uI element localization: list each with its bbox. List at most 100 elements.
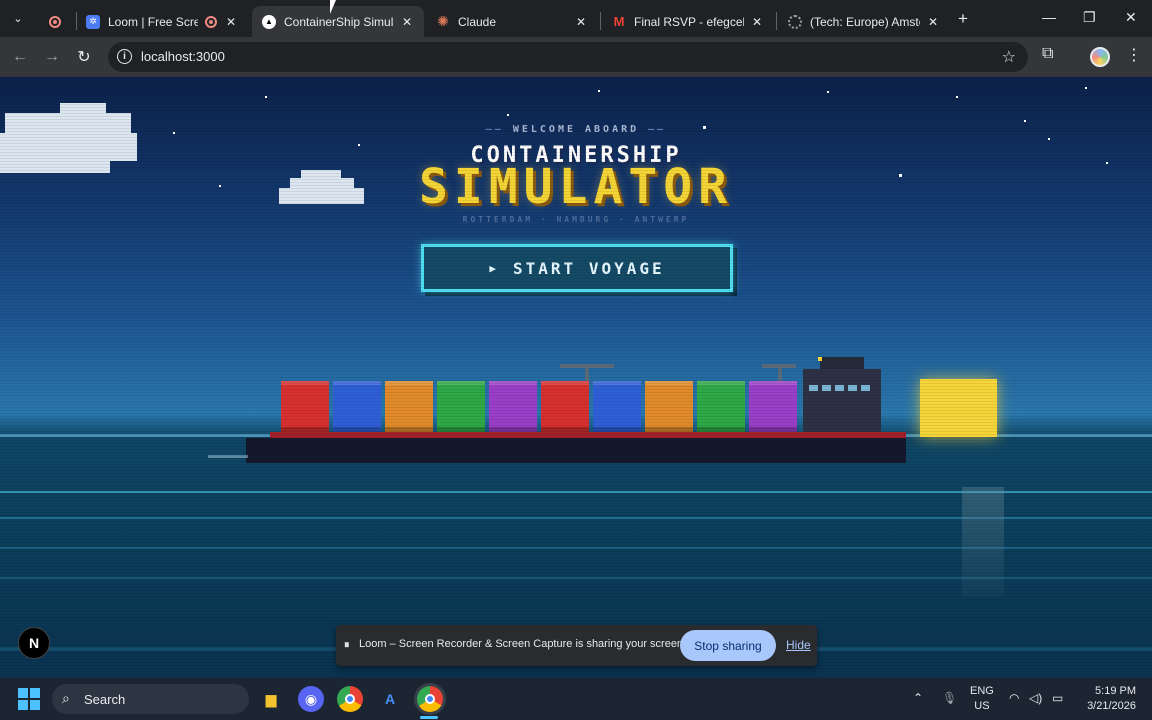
tab-title: Final RSVP - efegcek@ [634, 14, 744, 29]
address-bar[interactable]: i localhost:3000 ☆ [108, 42, 1028, 72]
volume-icon[interactable]: ◁) [1029, 691, 1042, 705]
hide-link[interactable]: Hide [786, 638, 811, 652]
forward-icon[interactable]: → [42, 47, 62, 67]
shipping-container [645, 381, 693, 433]
mast-light [818, 357, 822, 361]
windows-start-icon[interactable] [18, 688, 40, 710]
bridge-window [861, 385, 870, 391]
reload-icon[interactable]: ↻ [74, 47, 94, 67]
loading-icon [788, 14, 802, 29]
close-window-icon[interactable]: ✕ [1125, 9, 1137, 26]
tab-search-button[interactable]: ⌄ [8, 8, 28, 28]
shipping-container [281, 381, 329, 433]
play-icon: ▶ [489, 261, 500, 275]
browser-toolbar: ← → ↻ i localhost:3000 ☆ ⧉ ⋮ [0, 37, 1152, 77]
clock-date: 3/21/2026 [1087, 700, 1136, 712]
welcome-label: —— WELCOME ABOARD —— [485, 124, 667, 135]
search-icon: ⌕ [62, 690, 70, 706]
code-editor-icon[interactable]: A [377, 686, 403, 712]
tab-gmail[interactable]: M Final RSVP - efegcek@ ✕ [602, 6, 774, 37]
taskbar-search[interactable]: ⌕ Search [52, 684, 249, 714]
discord-icon[interactable]: ◉ [298, 686, 324, 712]
star [827, 91, 829, 93]
tab-loom-record[interactable] [38, 6, 74, 37]
profile-avatar[interactable] [1090, 47, 1110, 67]
tab-title: ContainerShip Simulato [284, 14, 394, 29]
language-indicator[interactable]: ENG US [970, 684, 994, 714]
tab-claude[interactable]: ✺ Claude ✕ [426, 6, 598, 37]
star [1024, 120, 1026, 122]
tab-title: (Tech: Europe) Amsterd [810, 14, 920, 29]
start-voyage-label: START VOYAGE [513, 258, 665, 278]
menu-icon[interactable]: ⋮ [1126, 45, 1142, 65]
shipping-container [749, 381, 797, 433]
shipping-container [437, 381, 485, 433]
mouse-cursor [330, 0, 342, 14]
stop-sharing-button[interactable]: Stop sharing [680, 630, 776, 661]
wifi-icon[interactable]: ◠ [1009, 691, 1019, 705]
bookmark-star-icon[interactable]: ☆ [1002, 47, 1016, 67]
extensions-icon[interactable]: ⧉ [1042, 45, 1053, 63]
ports-subtitle: ROTTERDAM · HAMBURG · ANTWERP [462, 215, 690, 224]
wake [208, 455, 248, 458]
chrome-icon[interactable] [337, 686, 363, 712]
tab-separator [600, 12, 601, 30]
page-title: SIMULATOR [418, 159, 734, 215]
start-voyage-button[interactable]: ▶ START VOYAGE [421, 244, 733, 292]
recording-indicator-icon [204, 15, 218, 29]
shipping-container [489, 381, 537, 433]
microphone-icon[interactable]: 🎙 [942, 691, 957, 705]
page-viewport: —— WELCOME ABOARD —— CONTAINERSHIP SIMUL… [0, 77, 1152, 678]
taskbar: ⌕ Search ▆ ◉ A ⌃ 🎙 ENG US ◠ ◁) ▭ 5:19 PM… [0, 678, 1152, 720]
chevron-up-icon[interactable]: ⌃ [913, 691, 923, 705]
star [265, 96, 267, 98]
close-tab-icon[interactable]: ✕ [224, 15, 238, 29]
url-text[interactable]: localhost:3000 [141, 49, 225, 64]
new-tab-icon[interactable]: + [958, 9, 968, 29]
loom-icon: ✲ [86, 14, 100, 29]
tab-strip: ⌄ ✲ Loom | Free Screen ✕ ▲ ContainerShip… [0, 0, 1152, 37]
tab-title: Loom | Free Screen [108, 14, 198, 29]
lang-code: ENG [970, 685, 994, 697]
bridge-window [809, 385, 818, 391]
sun-reflection [962, 487, 1004, 597]
star [598, 90, 600, 92]
tab-loom[interactable]: ✲ Loom | Free Screen ✕ [76, 6, 248, 37]
system-clock[interactable]: 5:19 PM 3/21/2026 [1080, 684, 1136, 714]
shipping-container [697, 381, 745, 433]
close-tab-icon[interactable]: ✕ [750, 15, 764, 29]
claude-icon: ✺ [437, 13, 449, 29]
site-info-icon[interactable]: i [117, 49, 132, 64]
star [1085, 87, 1087, 89]
ship-bridge [803, 369, 881, 434]
pixel-sun [920, 379, 997, 437]
restore-icon[interactable]: ❐ [1083, 9, 1096, 26]
tab-tech-europe[interactable]: (Tech: Europe) Amsterd ✕ [778, 6, 950, 37]
back-icon[interactable]: ← [10, 47, 30, 67]
close-tab-icon[interactable]: ✕ [926, 15, 940, 29]
chrome-active-icon[interactable] [417, 686, 443, 712]
pause-icon: ⏸ [344, 639, 350, 651]
shipping-container [593, 381, 641, 433]
nextjs-dev-badge[interactable]: N [18, 627, 50, 659]
bridge-window [822, 385, 831, 391]
screen-share-bar: ⏸ Loom – Screen Recorder & Screen Captur… [336, 625, 817, 666]
minimize-icon[interactable]: — [1042, 9, 1056, 25]
clock-time: 5:19 PM [1095, 685, 1136, 697]
loom-record-icon [48, 15, 62, 29]
shipping-container [541, 381, 589, 433]
vercel-icon: ▲ [262, 14, 276, 29]
ship-hull [246, 438, 906, 463]
search-label: Search [84, 692, 126, 707]
active-app-indicator [420, 716, 438, 719]
gmail-icon: M [613, 14, 625, 29]
shipping-container [385, 381, 433, 433]
battery-icon[interactable]: ▭ [1052, 691, 1063, 705]
close-tab-icon[interactable]: ✕ [574, 15, 588, 29]
star [956, 96, 958, 98]
file-explorer-icon[interactable]: ▆ [258, 686, 284, 712]
star [1048, 138, 1050, 140]
star [507, 114, 509, 116]
close-tab-icon[interactable]: ✕ [400, 15, 414, 29]
bridge-window [848, 385, 857, 391]
